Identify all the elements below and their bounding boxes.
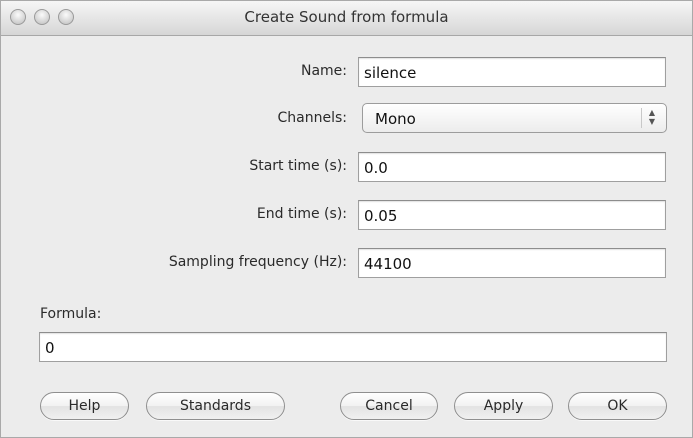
channels-label: Channels:: [277, 110, 348, 126]
updown-arrows-icon: ▲ ▼: [641, 108, 658, 128]
formula-label: Formula:: [40, 306, 102, 322]
end-time-field[interactable]: 0.05: [358, 200, 666, 230]
end-time-label: End time (s):: [256, 206, 347, 222]
name-label: Name:: [300, 63, 347, 79]
start-time-label: Start time (s):: [249, 158, 347, 174]
channels-select-value: Mono: [375, 110, 416, 128]
apply-button[interactable]: Apply: [454, 392, 553, 420]
ok-button[interactable]: OK: [568, 392, 667, 420]
cancel-button[interactable]: Cancel: [340, 392, 438, 420]
sampling-frequency-label: Sampling frequency (Hz):: [168, 254, 347, 270]
channels-select[interactable]: Mono ▲ ▼: [362, 103, 667, 133]
start-time-field[interactable]: 0.0: [358, 152, 666, 182]
formula-field[interactable]: 0: [39, 332, 667, 362]
standards-button[interactable]: Standards: [146, 392, 285, 420]
dialog-window: Create Sound from formula Name: silence …: [0, 0, 693, 438]
sampling-frequency-field[interactable]: 44100: [358, 248, 666, 278]
title-bar: Create Sound from formula: [1, 1, 692, 36]
help-button[interactable]: Help: [40, 392, 129, 420]
name-field[interactable]: silence: [358, 57, 666, 87]
window-title: Create Sound from formula: [244, 8, 449, 26]
